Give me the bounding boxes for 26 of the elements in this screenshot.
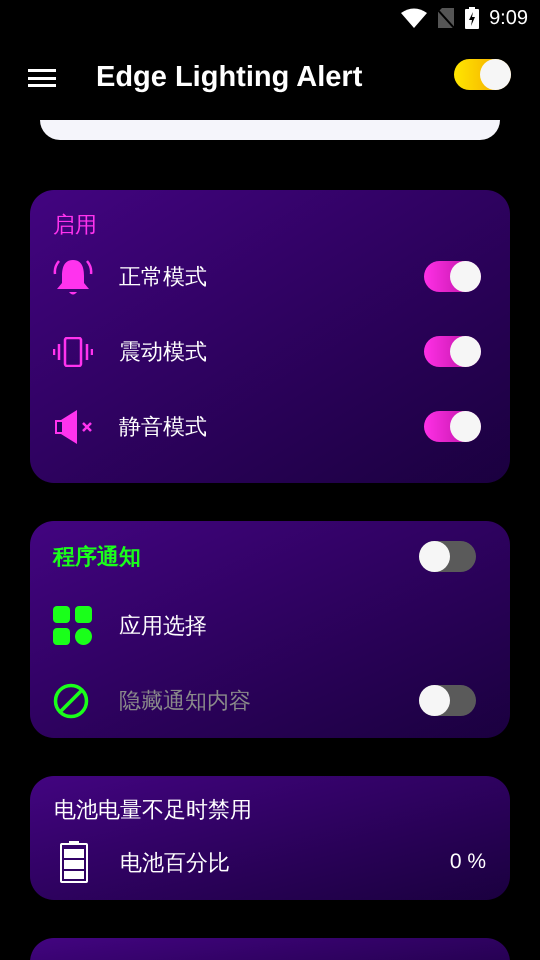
- toggle-switch[interactable]: [424, 336, 481, 367]
- speaker-muted-icon: [53, 410, 93, 444]
- phone-vibrate-icon: [53, 336, 93, 366]
- battery-icon: [60, 841, 88, 883]
- setting-label: 震动模式: [119, 338, 208, 366]
- section-title: 程序通知: [53, 542, 141, 570]
- app-title: Edge Lighting Alert: [96, 60, 364, 96]
- section-title: 启用: [53, 213, 97, 237]
- toggle-switch[interactable]: [454, 58, 511, 90]
- percent-value: 0 %: [450, 849, 486, 876]
- apps-grid-icon: [53, 606, 93, 646]
- block-icon: [53, 682, 89, 718]
- menu-icon[interactable]: [28, 67, 56, 89]
- no-sim-icon: [437, 7, 456, 29]
- toggle-switch[interactable]: [424, 411, 481, 442]
- setting-label: 电池百分比: [120, 848, 231, 876]
- setting-label[interactable]: 应用选择: [119, 609, 476, 642]
- toggle-switch[interactable]: [419, 540, 476, 572]
- setting-label: 静音模式: [119, 413, 208, 441]
- setting-label: 隐藏通知内容: [119, 687, 252, 715]
- wifi-icon: [401, 8, 428, 28]
- toggle-switch[interactable]: [424, 261, 481, 292]
- setting-label: 正常模式: [119, 263, 208, 291]
- battery-charging-icon: [465, 7, 480, 29]
- section-title: 电池电量不足时禁用: [54, 798, 252, 822]
- clock-time: 9:09: [489, 6, 528, 31]
